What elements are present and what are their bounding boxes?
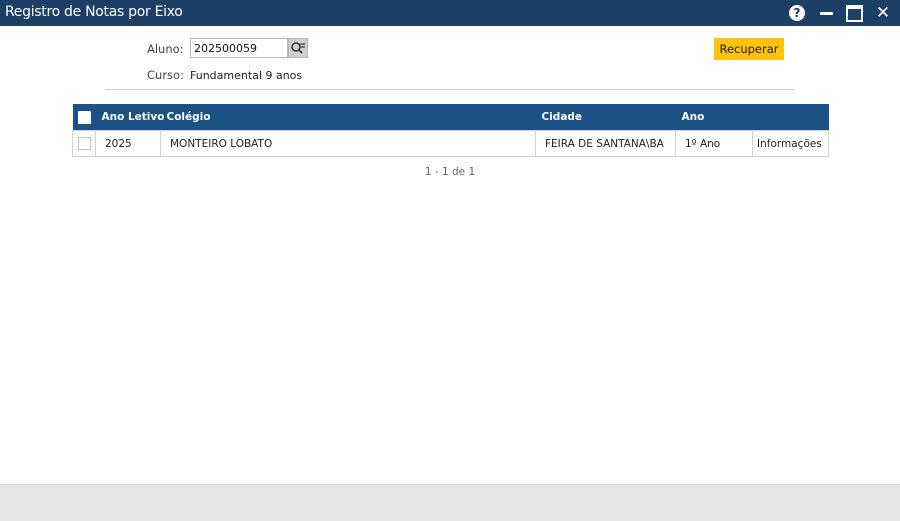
search-list-icon — [291, 42, 305, 54]
minimize-button[interactable] — [817, 4, 835, 22]
column-header-actions — [752, 104, 829, 131]
aluno-lookup-button[interactable] — [288, 38, 308, 58]
table-header-row: Ano Letivo Colégio Cidade Ano — [72, 104, 829, 131]
column-header-colegio[interactable]: Colégio — [160, 104, 536, 131]
table-row[interactable]: 2025 MONTEIRO LOBATO FEIRA DE SANTANA\BA… — [72, 130, 829, 157]
curso-label: Curso: — [147, 68, 184, 82]
cell-colegio: MONTEIRO LOBATO — [160, 130, 536, 157]
aluno-input[interactable] — [190, 38, 288, 58]
informacoes-link[interactable]: Informações — [752, 130, 829, 157]
row-checkbox[interactable] — [77, 137, 91, 150]
column-header-cidade[interactable]: Cidade — [535, 104, 676, 131]
cell-ano: 1º Ano — [675, 130, 753, 157]
help-icon: ? — [789, 5, 805, 21]
close-button[interactable]: ✕ — [874, 3, 892, 23]
maximize-button[interactable] — [845, 4, 863, 22]
curso-value: Fundamental 9 anos — [190, 69, 303, 82]
cell-ano-letivo: 2025 — [95, 130, 161, 157]
divider — [105, 89, 794, 90]
footer-bar — [0, 484, 900, 521]
select-all-cell — [72, 104, 96, 131]
close-icon: ✕ — [875, 3, 891, 23]
results-table: Ano Letivo Colégio Cidade Ano 2025 MONTE… — [72, 104, 829, 157]
help-button[interactable]: ? — [788, 4, 806, 22]
recuperar-button[interactable]: Recuperar — [714, 38, 784, 60]
cell-cidade: FEIRA DE SANTANA\BA — [535, 130, 676, 157]
row-select-cell — [72, 130, 96, 157]
window-title: Registro de Notas por Eixo — [5, 4, 183, 20]
column-header-ano[interactable]: Ano — [675, 104, 753, 131]
maximize-icon — [845, 4, 863, 22]
column-header-ano-letivo[interactable]: Ano Letivo — [95, 104, 164, 131]
minimize-icon — [819, 12, 833, 15]
title-bar: Registro de Notas por Eixo ? ✕ — [0, 0, 900, 26]
select-all-checkbox[interactable] — [77, 110, 91, 124]
pagination-info: 1 - 1 de 1 — [424, 166, 476, 178]
aluno-label: Aluno: — [147, 42, 184, 56]
